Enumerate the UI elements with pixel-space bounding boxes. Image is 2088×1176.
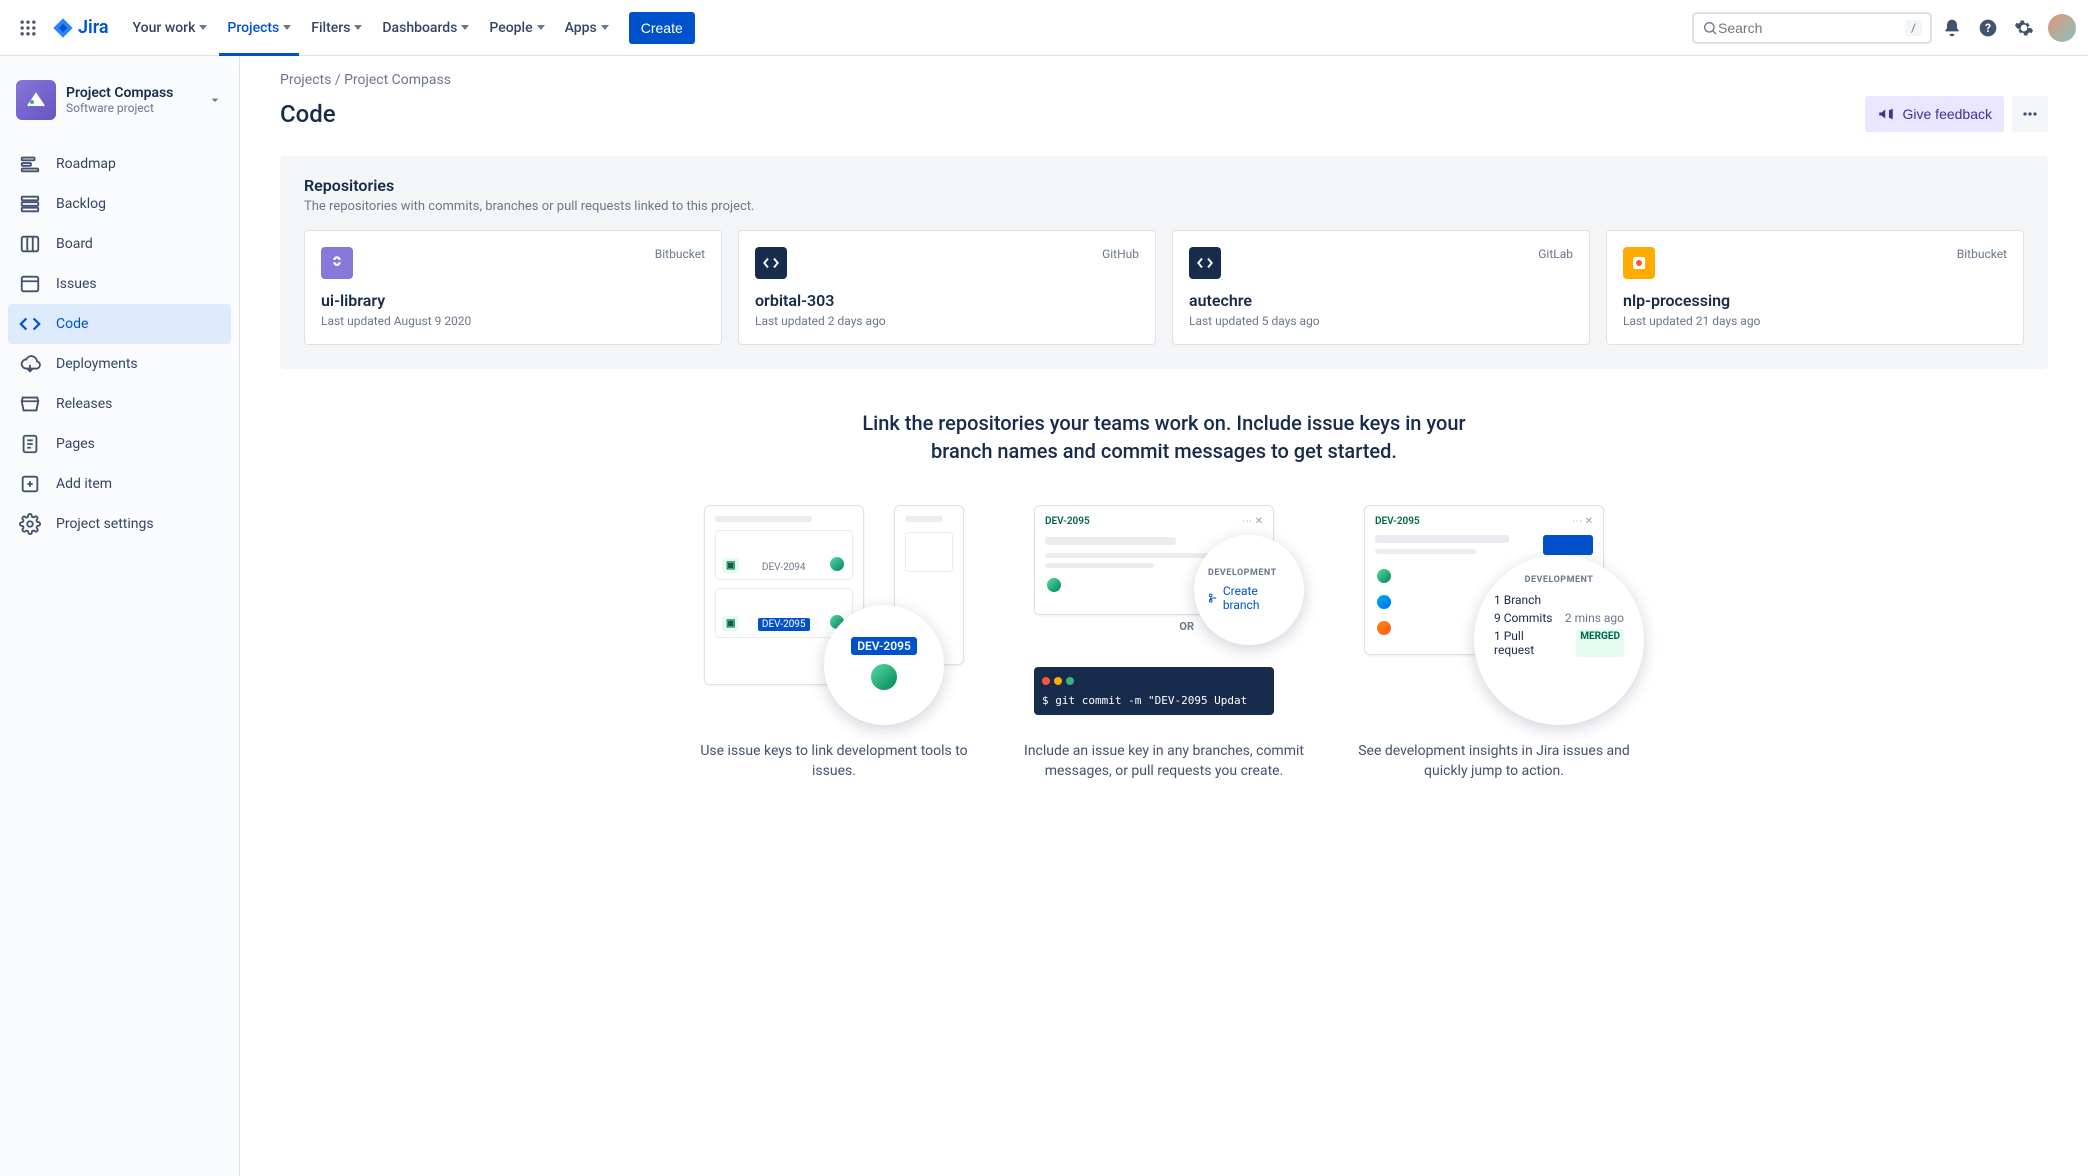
repositories-subtext: The repositories with commits, branches … xyxy=(304,199,2024,214)
code-icon xyxy=(18,312,42,336)
onboard-illustration-3: DEV-2095 ⋯ ✕ xyxy=(1364,505,1624,725)
chevron-down-icon xyxy=(207,92,223,108)
onboard-col-2: DEV-2095 ⋯ ✕ DEVELOPMENT xyxy=(1024,505,1304,782)
chevron-down-icon xyxy=(283,25,291,30)
search-kbd-hint: / xyxy=(1905,20,1922,36)
project-avatar-icon xyxy=(16,80,56,120)
settings-icon[interactable] xyxy=(2008,12,2040,44)
more-actions-button[interactable] xyxy=(2012,96,2048,132)
roadmap-icon xyxy=(18,152,42,176)
add-icon xyxy=(18,472,42,496)
onboard-col-3: DEV-2095 ⋯ ✕ xyxy=(1354,505,1634,782)
pages-icon xyxy=(18,432,42,456)
issues-icon xyxy=(18,272,42,296)
onboard-illustration-2: DEV-2095 ⋯ ✕ DEVELOPMENT xyxy=(1034,505,1294,725)
repo-provider: Bitbucket xyxy=(655,247,705,261)
top-navigation: Jira Your workProjectsFiltersDashboardsP… xyxy=(0,0,2088,56)
repo-name: nlp-processing xyxy=(1623,291,2007,310)
project-name: Project Compass xyxy=(66,85,173,101)
repo-card-nlp-processing[interactable]: Bitbucket nlp-processing Last updated 21 d… xyxy=(1606,230,2024,345)
help-icon[interactable]: ? xyxy=(1972,12,2004,44)
sidebar: Project Compass Software project Roadmap… xyxy=(0,56,240,1176)
onboarding-section: Link the repositories your teams work on… xyxy=(280,409,2048,822)
project-type: Software project xyxy=(66,101,173,115)
chevron-down-icon xyxy=(461,25,469,30)
nav-projects[interactable]: Projects xyxy=(219,12,299,44)
repositories-panel: Repositories The repositories with commi… xyxy=(280,156,2048,369)
search-input[interactable] xyxy=(1718,20,1905,36)
board-icon xyxy=(18,232,42,256)
repo-name: orbital-303 xyxy=(755,291,1139,310)
repo-icon xyxy=(755,247,787,279)
repo-name: autechre xyxy=(1189,291,1573,310)
breadcrumb: Projects / Project Compass xyxy=(280,72,2048,88)
page-title: Code xyxy=(280,100,336,128)
user-avatar[interactable] xyxy=(2048,14,2076,42)
nav-filters[interactable]: Filters xyxy=(303,12,370,44)
repo-icon xyxy=(1189,247,1221,279)
search-box[interactable]: / xyxy=(1692,12,1932,44)
chevron-down-icon xyxy=(199,25,207,30)
nav-dashboards[interactable]: Dashboards xyxy=(374,12,477,44)
sidebar-item-releases[interactable]: Releases xyxy=(8,384,231,424)
repo-updated: Last updated 5 days ago xyxy=(1189,314,1573,328)
repo-updated: Last updated 21 days ago xyxy=(1623,314,2007,328)
sidebar-item-pages[interactable]: Pages xyxy=(8,424,231,464)
sidebar-item-code[interactable]: Code xyxy=(8,304,231,344)
repo-provider: Bitbucket xyxy=(1957,247,2007,261)
breadcrumb-project[interactable]: Project Compass xyxy=(344,72,451,88)
deploy-icon xyxy=(18,352,42,376)
sidebar-item-board[interactable]: Board xyxy=(8,224,231,264)
breadcrumb-root[interactable]: Projects xyxy=(280,72,331,88)
onboard-col-1: ▣ DEV-2094 ▣ DEV-2095 xyxy=(694,505,974,782)
onboard-text-3: See development insights in Jira issues … xyxy=(1354,741,1634,782)
repo-updated: Last updated 2 days ago xyxy=(755,314,1139,328)
backlog-icon xyxy=(18,192,42,216)
nav-people[interactable]: People xyxy=(481,12,552,44)
sidebar-item-roadmap[interactable]: Roadmap xyxy=(8,144,231,184)
releases-icon xyxy=(18,392,42,416)
create-button[interactable]: Create xyxy=(629,12,695,44)
onboard-text-2: Include an issue key in any branches, co… xyxy=(1024,741,1304,782)
repositories-heading: Repositories xyxy=(304,176,2024,195)
main-content: Projects / Project Compass Code Give fee… xyxy=(240,56,2088,1176)
repo-provider: GitHub xyxy=(1102,247,1139,261)
repo-card-orbital-303[interactable]: GitHub orbital-303 Last updated 2 days ago xyxy=(738,230,1156,345)
sidebar-item-add-item[interactable]: Add item xyxy=(8,464,231,504)
jira-logo[interactable]: Jira xyxy=(52,17,109,39)
chevron-down-icon xyxy=(537,25,545,30)
repo-card-autechre[interactable]: GitLab autechre Last updated 5 days ago xyxy=(1172,230,1590,345)
repo-provider: GitLab xyxy=(1538,247,1573,261)
nav-your-work[interactable]: Your work xyxy=(125,12,216,44)
megaphone-icon xyxy=(1877,105,1895,123)
repo-icon xyxy=(321,247,353,279)
give-feedback-button[interactable]: Give feedback xyxy=(1865,96,2005,132)
repo-name: ui-library xyxy=(321,291,705,310)
nav-items: Your workProjectsFiltersDashboardsPeople… xyxy=(125,12,617,44)
svg-text:?: ? xyxy=(1985,21,1991,35)
repo-cards: Bitbucket ui-library Last updated August 9… xyxy=(304,230,2024,345)
chevron-down-icon xyxy=(354,25,362,30)
search-icon xyxy=(1702,20,1718,36)
sidebar-item-issues[interactable]: Issues xyxy=(8,264,231,304)
repo-icon xyxy=(1623,247,1655,279)
more-horizontal-icon xyxy=(2020,104,2040,124)
onboard-illustration-1: ▣ DEV-2094 ▣ DEV-2095 xyxy=(704,505,964,725)
app-switcher-icon[interactable] xyxy=(12,12,44,44)
sidebar-item-deployments[interactable]: Deployments xyxy=(8,344,231,384)
onboarding-title: Link the repositories your teams work on… xyxy=(844,409,1484,465)
notifications-icon[interactable] xyxy=(1936,12,1968,44)
settings-icon xyxy=(18,512,42,536)
repo-card-ui-library[interactable]: Bitbucket ui-library Last updated August 9… xyxy=(304,230,722,345)
sidebar-nav: RoadmapBacklogBoardIssuesCodeDeployments… xyxy=(8,144,231,544)
repo-updated: Last updated August 9 2020 xyxy=(321,314,705,328)
project-switcher[interactable]: Project Compass Software project xyxy=(8,72,231,128)
nav-apps[interactable]: Apps xyxy=(557,12,617,44)
sidebar-item-project-settings[interactable]: Project settings xyxy=(8,504,231,544)
sidebar-item-backlog[interactable]: Backlog xyxy=(8,184,231,224)
onboard-text-1: Use issue keys to link development tools… xyxy=(694,741,974,782)
chevron-down-icon xyxy=(601,25,609,30)
